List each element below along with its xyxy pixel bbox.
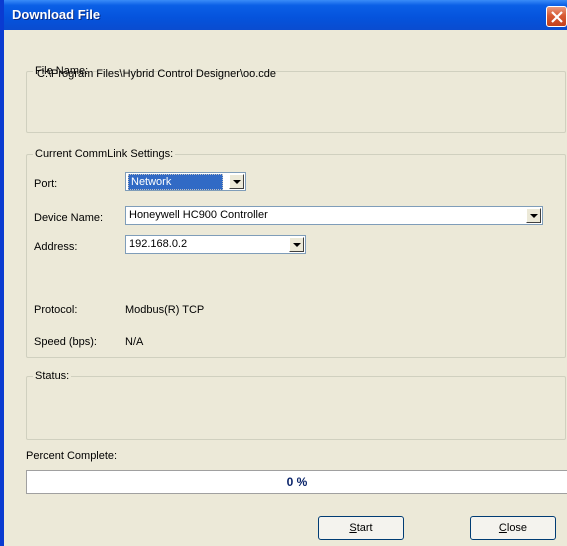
chevron-down-icon[interactable] <box>229 174 244 189</box>
percent-complete-label: Percent Complete: <box>26 450 118 462</box>
status-group: Status: <box>26 370 566 440</box>
port-label: Port: <box>34 178 58 190</box>
port-value: Network <box>128 174 223 190</box>
close-icon[interactable] <box>546 6 567 27</box>
window-title: Download File <box>12 7 101 22</box>
commlink-legend: Current CommLink Settings: <box>35 148 174 160</box>
device-name-value: Honeywell HC900 Controller <box>129 209 268 221</box>
title-bar[interactable]: Download File <box>4 0 567 30</box>
protocol-label: Protocol: <box>34 304 78 316</box>
chevron-down-icon[interactable] <box>289 237 304 252</box>
start-button[interactable]: Start <box>318 516 404 540</box>
download-file-dialog: Download File File Name: C:\Program File… <box>0 0 567 546</box>
start-button-label: Start <box>349 522 373 534</box>
protocol-value: Modbus(R) TCP <box>125 304 205 316</box>
address-label: Address: <box>34 241 78 253</box>
device-name-select[interactable]: Honeywell HC900 Controller <box>125 206 543 225</box>
port-select[interactable]: Network <box>125 172 246 191</box>
speed-label: Speed (bps): <box>34 336 97 348</box>
close-button[interactable]: Close <box>470 516 556 540</box>
status-legend: Status: <box>35 370 70 382</box>
close-button-label: Close <box>498 522 528 534</box>
device-name-label: Device Name: <box>34 212 104 224</box>
progress-percent-text: 0 % <box>286 475 308 489</box>
progress-bar: 0 % <box>26 470 567 494</box>
address-select[interactable]: 192.168.0.2 <box>125 235 306 254</box>
speed-value: N/A <box>125 336 144 348</box>
chevron-down-icon[interactable] <box>526 208 541 223</box>
file-path: C:\Program Files\Hybrid Control Designer… <box>37 68 277 80</box>
address-value: 192.168.0.2 <box>129 238 188 250</box>
